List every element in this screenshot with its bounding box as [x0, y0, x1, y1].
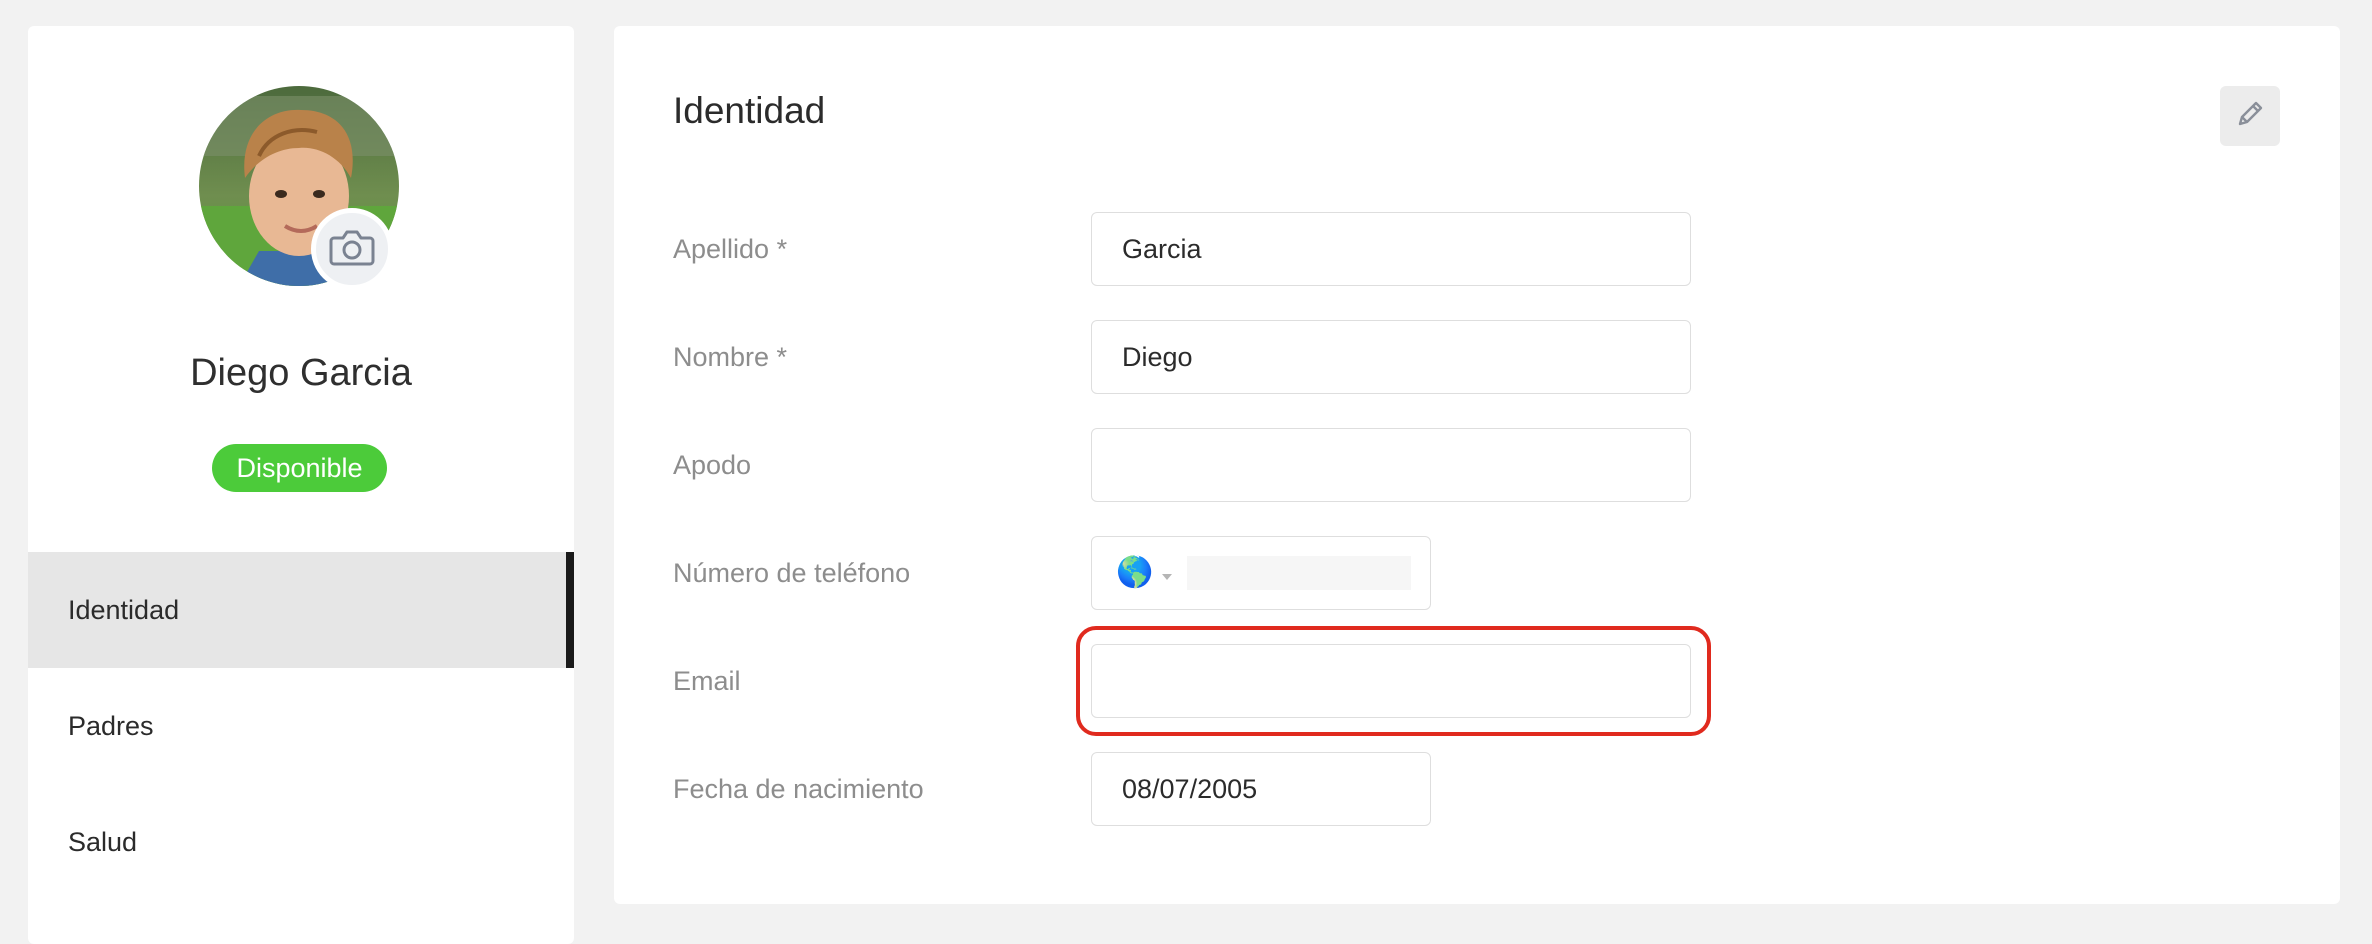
email-row: Email [673, 644, 2073, 718]
profile-nav: Identidad Padres Salud [28, 552, 574, 900]
change-photo-button[interactable] [311, 208, 393, 290]
country-code-select[interactable]: 🌎 [1116, 558, 1173, 589]
phone-row: Número de teléfono 🌎 [673, 536, 2073, 610]
last-name-input[interactable]: Garcia [1091, 212, 1691, 286]
birthdate-input[interactable]: 08/07/2005 [1091, 752, 1431, 826]
email-label: Email [673, 665, 741, 696]
nickname-input[interactable] [1091, 428, 1691, 502]
nav-item-salud[interactable]: Salud [28, 784, 574, 900]
last-name-row: Apellido * Garcia [673, 212, 2073, 286]
nickname-row: Apodo [673, 428, 2073, 502]
phone-number-input[interactable] [1187, 556, 1412, 590]
camera-icon [329, 227, 375, 272]
chevron-down-icon [1161, 558, 1173, 589]
edit-button[interactable] [2220, 86, 2280, 146]
last-name-label: Apellido * [673, 233, 788, 264]
pencil-icon [2233, 97, 2267, 136]
identity-card: Identidad Apellido * Garcia Nombre * Die… [614, 26, 2340, 904]
first-name-input[interactable]: Diego [1091, 320, 1691, 394]
first-name-row: Nombre * Diego [673, 320, 2073, 394]
phone-label: Número de teléfono [673, 557, 911, 588]
nav-item-identidad[interactable]: Identidad [28, 552, 574, 668]
birthdate-label: Fecha de nacimiento [673, 773, 924, 804]
first-name-label: Nombre * [673, 341, 788, 372]
profile-name: Diego Garcia [190, 352, 412, 394]
section-title: Identidad [673, 90, 826, 131]
nav-item-padres[interactable]: Padres [28, 668, 574, 784]
phone-field: 🌎 [1091, 536, 1431, 610]
profile-sidebar: Diego Garcia Disponible Identidad Padres… [28, 26, 574, 944]
birthdate-row: Fecha de nacimiento 08/07/2005 [673, 752, 2073, 826]
status-badge: Disponible [212, 444, 387, 492]
email-input[interactable] [1091, 644, 1691, 718]
globe-icon: 🌎 [1116, 556, 1154, 589]
nickname-label: Apodo [673, 449, 752, 480]
